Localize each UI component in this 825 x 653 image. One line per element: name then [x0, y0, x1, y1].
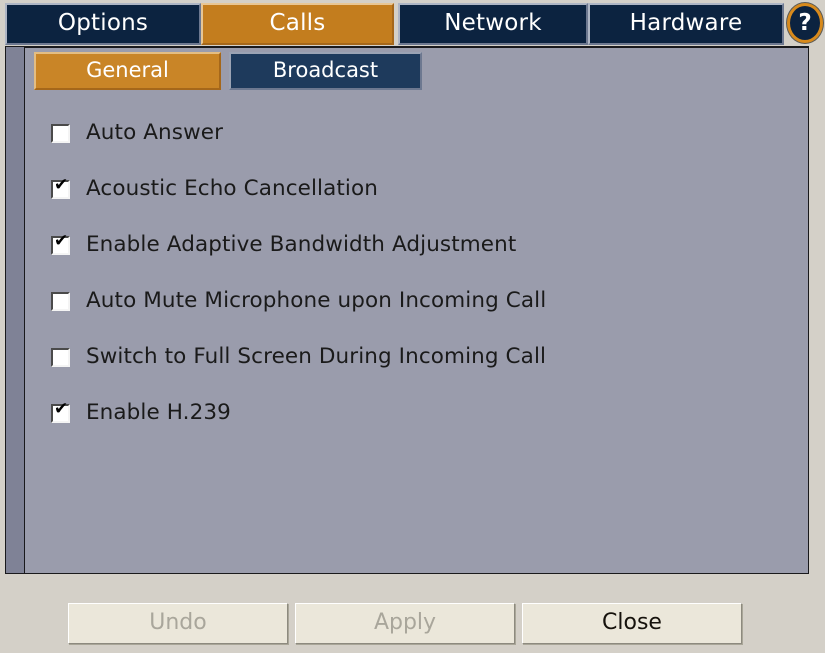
tab-network[interactable]: Network: [398, 3, 588, 45]
subtab-general[interactable]: General: [34, 52, 221, 90]
settings-panel-inner: General Broadcast ✔ Auto Answer ✔ Acoust…: [24, 47, 808, 573]
help-button[interactable]: ?: [787, 2, 823, 44]
setting-label: Auto Mute Microphone upon Incoming Call: [86, 287, 547, 313]
close-button[interactable]: Close: [522, 603, 742, 644]
setting-acoustic-echo-cancellation[interactable]: ✔ Acoustic Echo Cancellation: [51, 161, 800, 217]
checkbox-adaptive-bandwidth-adjustment[interactable]: ✔: [51, 231, 70, 255]
tab-hardware-label: Hardware: [629, 10, 743, 36]
checkmark-icon: ✔: [54, 230, 69, 251]
main-tab-bar: Options Calls Network Hardware ?: [0, 0, 825, 48]
subtab-general-label: General: [86, 58, 169, 82]
close-button-label: Close: [602, 610, 662, 635]
apply-button[interactable]: Apply: [295, 603, 515, 644]
checkmark-icon: ✔: [54, 174, 69, 195]
checkbox-enable-h239[interactable]: ✔: [51, 399, 70, 423]
help-glyph: ?: [798, 10, 812, 36]
checkbox-auto-mute-microphone[interactable]: ✔: [51, 291, 70, 311]
setting-auto-mute-microphone[interactable]: ✔ Auto Mute Microphone upon Incoming Cal…: [51, 273, 800, 329]
tab-options[interactable]: Options: [5, 3, 201, 45]
setting-adaptive-bandwidth-adjustment[interactable]: ✔ Enable Adaptive Bandwidth Adjustment: [51, 217, 800, 273]
checkbox-switch-to-full-screen[interactable]: ✔: [51, 347, 70, 367]
setting-label: Switch to Full Screen During Incoming Ca…: [86, 343, 547, 369]
tab-network-label: Network: [444, 10, 542, 36]
undo-button[interactable]: Undo: [68, 603, 288, 644]
setting-auto-answer[interactable]: ✔ Auto Answer: [51, 105, 800, 161]
setting-enable-h239[interactable]: ✔ Enable H.239: [51, 385, 800, 441]
undo-button-label: Undo: [149, 610, 207, 635]
checkbox-auto-answer[interactable]: ✔: [51, 123, 70, 143]
dialog-footer: Undo Apply Close: [0, 598, 825, 653]
setting-switch-to-full-screen[interactable]: ✔ Switch to Full Screen During Incoming …: [51, 329, 800, 385]
apply-button-label: Apply: [373, 610, 437, 635]
setting-label: Enable H.239: [86, 399, 231, 425]
subtab-broadcast-label: Broadcast: [272, 58, 379, 82]
tab-calls-label: Calls: [269, 10, 326, 36]
subtab-broadcast[interactable]: Broadcast: [229, 52, 422, 90]
checkbox-acoustic-echo-cancellation[interactable]: ✔: [51, 175, 70, 199]
tab-options-label: Options: [57, 10, 149, 36]
setting-label: Acoustic Echo Cancellation: [86, 175, 378, 201]
setting-label: Auto Answer: [86, 119, 224, 145]
tab-hardware[interactable]: Hardware: [588, 3, 784, 45]
settings-panel: General Broadcast ✔ Auto Answer ✔ Acoust…: [5, 46, 809, 574]
call-settings-list: ✔ Auto Answer ✔ Acoustic Echo Cancellati…: [51, 105, 800, 441]
tab-calls[interactable]: Calls: [201, 3, 394, 45]
question-mark-icon: ?: [787, 3, 823, 43]
setting-label: Enable Adaptive Bandwidth Adjustment: [86, 231, 517, 257]
checkmark-icon: ✔: [54, 398, 69, 419]
